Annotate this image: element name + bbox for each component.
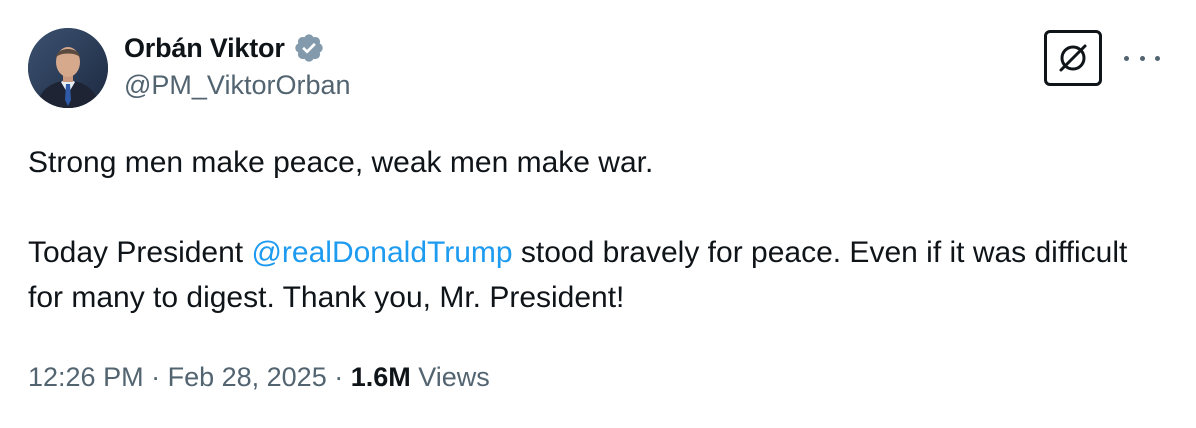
- more-icon-dot: [1155, 55, 1160, 61]
- tweet-card: Orbán Viktor @PM_ViktorOrban Strong men …: [0, 0, 1196, 428]
- meta-separator: ·: [326, 362, 351, 392]
- author-handle[interactable]: @PM_ViktorOrban: [124, 70, 351, 101]
- tweet-text: Strong men make peace, weak men make war…: [28, 140, 1158, 320]
- mention-link[interactable]: @realDonaldTrump: [251, 236, 512, 269]
- tweet-meta: 12:26 PM · Feb 28, 2025 · 1.6M Views: [28, 362, 490, 393]
- views-label: Views: [418, 362, 490, 392]
- more-button[interactable]: [1124, 50, 1160, 66]
- meta-separator: ·: [143, 362, 168, 392]
- avatar[interactable]: [28, 28, 108, 108]
- display-name[interactable]: Orbán Viktor: [124, 33, 285, 64]
- views-count: 1.6M: [350, 362, 411, 392]
- author-name-row: Orbán Viktor: [124, 30, 325, 66]
- grok-button[interactable]: [1044, 30, 1102, 86]
- verified-badge-icon: [293, 32, 325, 64]
- more-icon-dot: [1139, 55, 1145, 61]
- grok-icon: [1059, 44, 1087, 72]
- more-icon: [1124, 55, 1129, 61]
- tweet-line-1: Strong men make peace, weak men make war…: [28, 146, 654, 179]
- tweet-date[interactable]: Feb 28, 2025: [168, 362, 327, 392]
- profile-photo-icon: [28, 28, 108, 108]
- tweet-line-2: Today President @realDonaldTrump stood b…: [28, 230, 1158, 320]
- tweet-text-segment: Today President: [28, 236, 252, 269]
- tweet-time[interactable]: 12:26 PM: [28, 362, 144, 392]
